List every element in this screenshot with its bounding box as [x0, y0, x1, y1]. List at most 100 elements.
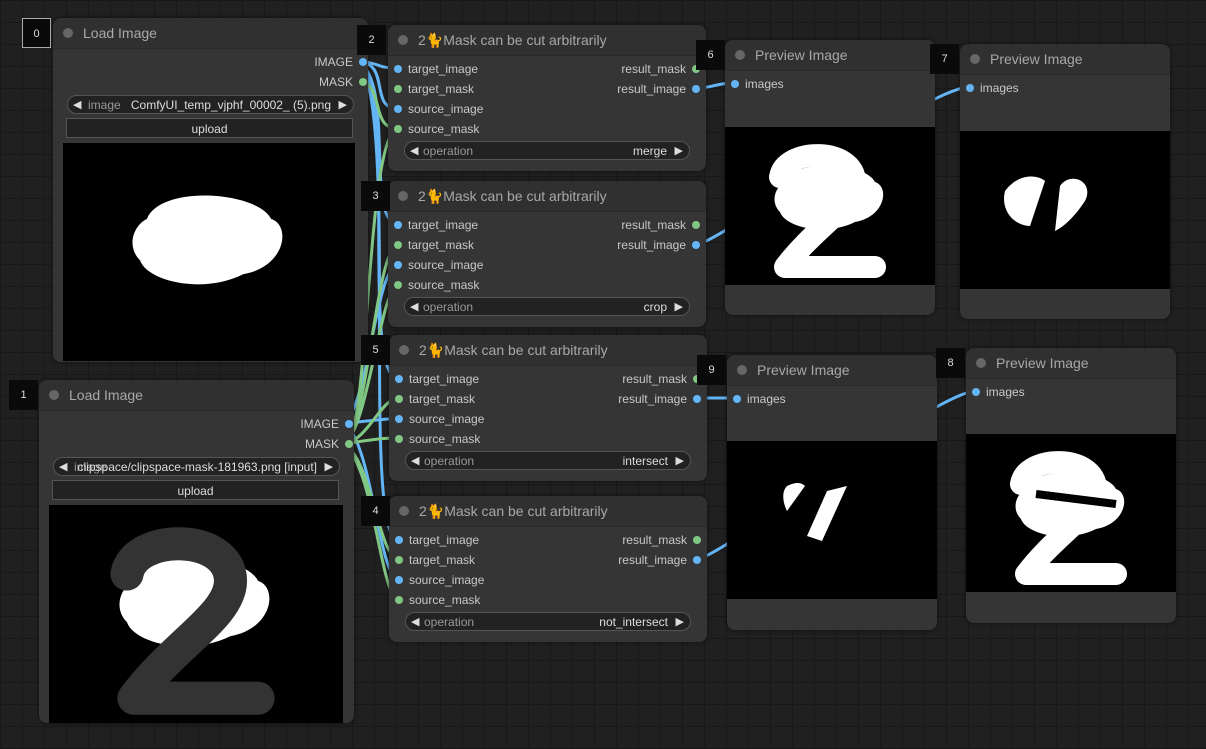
- slot-connector-icon[interactable]: [395, 536, 403, 544]
- mask-cut-node[interactable]: 2🐈Mask can be cut arbitrarily target_imag…: [388, 25, 706, 171]
- mask-cut-node[interactable]: 2🐈Mask can be cut arbitrarily target_imag…: [389, 496, 707, 642]
- node-title-bar[interactable]: Preview Image: [960, 44, 1170, 75]
- input-slot[interactable]: target_mask: [394, 235, 558, 255]
- arrow-left-icon[interactable]: ◀: [411, 613, 419, 632]
- collapse-dot-icon[interactable]: [737, 365, 747, 375]
- operation-select-widget[interactable]: ◀ operation crop ▶: [404, 297, 690, 316]
- preview-image-node[interactable]: Preview Image images: [960, 44, 1170, 319]
- collapse-dot-icon[interactable]: [63, 28, 73, 38]
- input-slot[interactable]: target_image: [394, 59, 558, 79]
- slot-connector-icon[interactable]: [394, 65, 402, 73]
- node-title-bar[interactable]: 2🐈Mask can be cut arbitrarily: [388, 25, 706, 56]
- slot-connector-icon[interactable]: [359, 58, 367, 66]
- input-images[interactable]: images: [966, 78, 1130, 98]
- slot-connector-icon[interactable]: [693, 536, 701, 544]
- output-mask[interactable]: MASK: [139, 434, 353, 454]
- arrow-left-icon[interactable]: ◀: [410, 142, 418, 161]
- operation-select-widget[interactable]: ◀ operation not_intersect ▶: [405, 612, 691, 631]
- output-result-mask[interactable]: result_mask: [549, 369, 701, 389]
- arrow-left-icon[interactable]: ◀: [411, 452, 419, 471]
- input-slot[interactable]: source_mask: [394, 119, 558, 139]
- slot-connector-icon[interactable]: [394, 281, 402, 289]
- load-image-node[interactable]: Load Image IMAGE MASK ◀ image ComfyUI_temp_vj…: [53, 18, 368, 362]
- input-slot[interactable]: source_image: [395, 409, 559, 429]
- input-slot[interactable]: source_mask: [395, 590, 559, 610]
- output-result-mask[interactable]: result_mask: [548, 59, 700, 79]
- slot-connector-icon[interactable]: [731, 80, 739, 88]
- slot-connector-icon[interactable]: [394, 125, 402, 133]
- image-select-widget[interactable]: ◀ image clipspace/clipspace-mask-181963.pn…: [53, 457, 340, 476]
- input-slot[interactable]: source_image: [395, 570, 559, 590]
- arrow-left-icon[interactable]: ◀: [410, 298, 418, 317]
- input-slot[interactable]: target_mask: [395, 389, 559, 409]
- output-result-image[interactable]: result_image: [549, 389, 701, 409]
- upload-button[interactable]: upload: [66, 118, 353, 138]
- mask-cut-node[interactable]: 2🐈Mask can be cut arbitrarily target_imag…: [389, 335, 707, 481]
- output-result-mask[interactable]: result_mask: [549, 530, 701, 550]
- preview-image-node[interactable]: Preview Image images: [727, 355, 937, 630]
- arrow-right-icon[interactable]: ▶: [676, 613, 684, 632]
- output-result-image[interactable]: result_image: [548, 235, 700, 255]
- slot-connector-icon[interactable]: [395, 576, 403, 584]
- output-result-image[interactable]: result_image: [549, 550, 701, 570]
- slot-connector-icon[interactable]: [693, 395, 701, 403]
- input-slot[interactable]: target_image: [394, 215, 558, 235]
- node-title-bar[interactable]: Load Image: [53, 18, 368, 49]
- output-result-mask[interactable]: result_mask: [548, 215, 700, 235]
- node-title-bar[interactable]: 2🐈Mask can be cut arbitrarily: [389, 496, 707, 527]
- slot-connector-icon[interactable]: [692, 85, 700, 93]
- preview-image-node[interactable]: Preview Image images: [725, 40, 935, 315]
- collapse-dot-icon[interactable]: [398, 191, 408, 201]
- slot-connector-icon[interactable]: [733, 395, 741, 403]
- arrow-right-icon[interactable]: ▶: [675, 298, 683, 317]
- input-slot[interactable]: source_image: [394, 99, 558, 119]
- arrow-right-icon[interactable]: ▶: [325, 458, 333, 477]
- input-slot[interactable]: source_mask: [394, 275, 558, 295]
- input-images[interactable]: images: [733, 389, 897, 409]
- slot-connector-icon[interactable]: [395, 415, 403, 423]
- slot-connector-icon[interactable]: [394, 105, 402, 113]
- arrow-left-icon[interactable]: ◀: [73, 96, 81, 115]
- upload-button[interactable]: upload: [52, 480, 339, 500]
- collapse-dot-icon[interactable]: [735, 50, 745, 60]
- slot-connector-icon[interactable]: [693, 556, 701, 564]
- collapse-dot-icon[interactable]: [398, 35, 408, 45]
- node-title-bar[interactable]: Preview Image: [727, 355, 937, 386]
- arrow-right-icon[interactable]: ▶: [676, 452, 684, 471]
- slot-connector-icon[interactable]: [394, 261, 402, 269]
- slot-connector-icon[interactable]: [345, 420, 353, 428]
- input-slot[interactable]: target_mask: [394, 79, 558, 99]
- output-mask[interactable]: MASK: [153, 72, 367, 92]
- operation-select-widget[interactable]: ◀ operation intersect ▶: [405, 451, 691, 470]
- input-slot[interactable]: target_image: [395, 369, 559, 389]
- collapse-dot-icon[interactable]: [970, 54, 980, 64]
- slot-connector-icon[interactable]: [345, 440, 353, 448]
- preview-image-node[interactable]: Preview Image images: [966, 348, 1176, 623]
- input-slot[interactable]: source_image: [394, 255, 558, 275]
- slot-connector-icon[interactable]: [395, 435, 403, 443]
- image-select-widget[interactable]: ◀ image ComfyUI_temp_vjphf_00002_ (5).png ▶: [67, 95, 354, 114]
- input-slot[interactable]: target_image: [395, 530, 559, 550]
- node-title-bar[interactable]: Preview Image: [725, 40, 935, 71]
- collapse-dot-icon[interactable]: [976, 358, 986, 368]
- output-image[interactable]: IMAGE: [139, 414, 353, 434]
- node-title-bar[interactable]: 2🐈Mask can be cut arbitrarily: [388, 181, 706, 212]
- arrow-right-icon[interactable]: ▶: [339, 96, 347, 115]
- operation-select-widget[interactable]: ◀ operation merge ▶: [404, 141, 690, 160]
- slot-connector-icon[interactable]: [395, 596, 403, 604]
- slot-connector-icon[interactable]: [395, 556, 403, 564]
- slot-connector-icon[interactable]: [394, 241, 402, 249]
- arrow-right-icon[interactable]: ▶: [675, 142, 683, 161]
- collapse-dot-icon[interactable]: [399, 345, 409, 355]
- slot-connector-icon[interactable]: [692, 221, 700, 229]
- slot-connector-icon[interactable]: [394, 221, 402, 229]
- arrow-left-icon[interactable]: ◀: [59, 458, 67, 477]
- input-images[interactable]: images: [731, 74, 895, 94]
- slot-connector-icon[interactable]: [359, 78, 367, 86]
- slot-connector-icon[interactable]: [972, 388, 980, 396]
- output-image[interactable]: IMAGE: [153, 52, 367, 72]
- slot-connector-icon[interactable]: [395, 375, 403, 383]
- slot-connector-icon[interactable]: [395, 395, 403, 403]
- mask-cut-node[interactable]: 2🐈Mask can be cut arbitrarily target_imag…: [388, 181, 706, 327]
- collapse-dot-icon[interactable]: [399, 506, 409, 516]
